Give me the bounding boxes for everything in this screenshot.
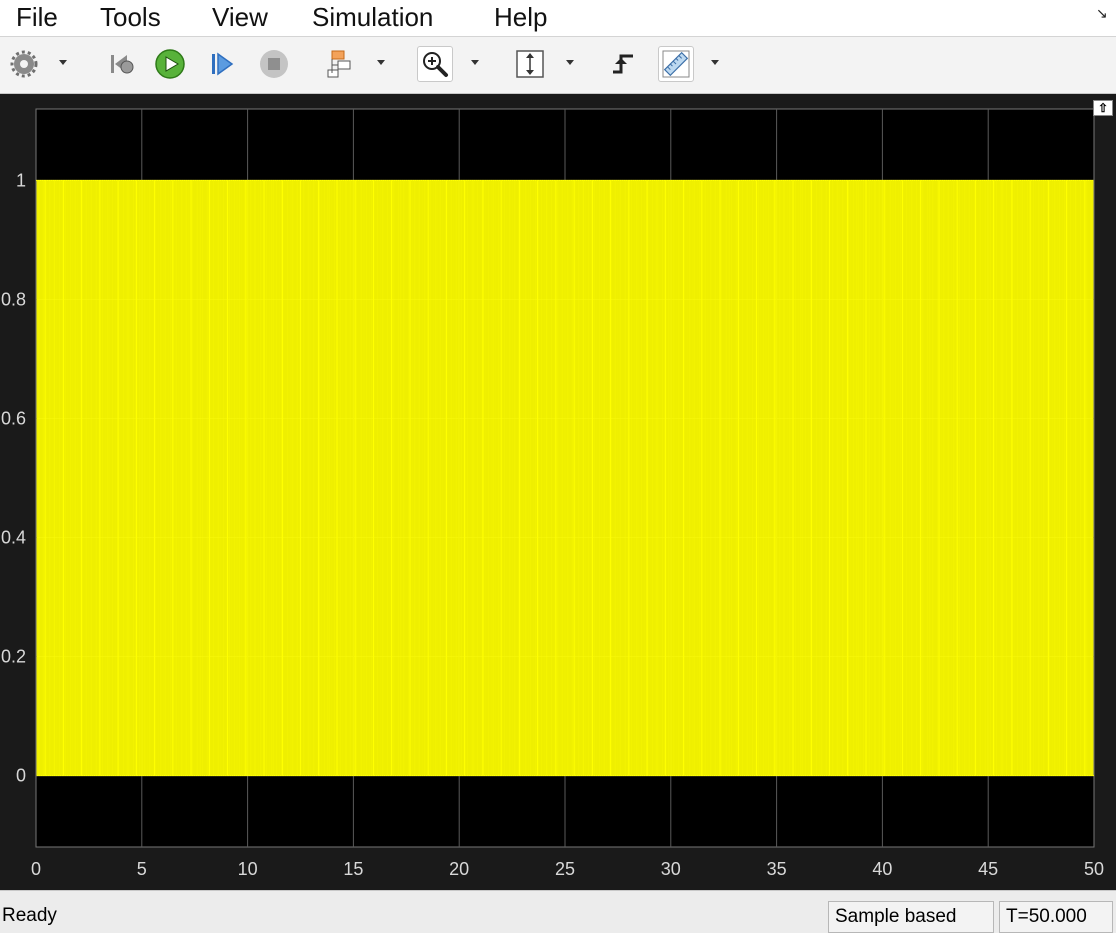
status-mode: Sample based	[828, 901, 994, 933]
run-icon[interactable]	[152, 46, 188, 82]
menu-help[interactable]: Help	[494, 0, 547, 34]
undock-icon[interactable]: ↘	[1096, 6, 1110, 20]
measurements-icon[interactable]	[658, 46, 694, 82]
menu-view[interactable]: View	[212, 0, 268, 34]
triggers-icon[interactable]	[605, 46, 641, 82]
scope-display[interactable]: 0 0.2 0.4 0.6 0.8 1 0 5 10 15 20 25 30 35 40 45 50 ⇧	[0, 94, 1116, 890]
measurements-dropdown-caret[interactable]	[711, 60, 719, 65]
y-tick-label: 0.2	[1, 647, 26, 667]
y-tick-labels: 0 0.2 0.4 0.6 0.8 1	[1, 170, 26, 785]
undock-axes-icon[interactable]: ⇧	[1093, 100, 1113, 116]
stop-icon[interactable]	[256, 46, 292, 82]
zoom-in-icon[interactable]	[417, 46, 453, 82]
zoom-dropdown-caret[interactable]	[471, 60, 479, 65]
x-tick-label: 5	[137, 859, 147, 879]
y-tick-label: 1	[16, 170, 26, 190]
y-tick-label: 0.8	[1, 289, 26, 309]
x-tick-labels: 0 5 10 15 20 25 30 35 40 45 50	[31, 859, 1104, 879]
menu-tools[interactable]: Tools	[100, 0, 161, 34]
menu-bar: File Tools View Simulation Help ↘	[0, 0, 1116, 37]
y-tick-label: 0.6	[1, 408, 26, 428]
step-back-icon[interactable]	[104, 46, 140, 82]
x-tick-label: 15	[343, 859, 363, 879]
x-tick-label: 10	[238, 859, 258, 879]
x-tick-label: 20	[449, 859, 469, 879]
highlight-block-icon[interactable]	[322, 46, 358, 82]
x-tick-label: 30	[661, 859, 681, 879]
status-bar: Ready Sample based T=50.000	[0, 890, 1116, 933]
signal-line	[36, 179, 1094, 777]
x-tick-label: 0	[31, 859, 41, 879]
menu-file[interactable]: File	[16, 0, 58, 34]
menu-simulation[interactable]: Simulation	[312, 0, 433, 34]
settings-dropdown-caret[interactable]	[59, 60, 67, 65]
x-tick-label: 25	[555, 859, 575, 879]
status-time: T=50.000	[999, 901, 1113, 933]
y-tick-label: 0	[16, 766, 26, 786]
y-tick-label: 0.4	[1, 528, 26, 548]
x-tick-label: 35	[767, 859, 787, 879]
scale-dropdown-caret[interactable]	[566, 60, 574, 65]
highlight-dropdown-caret[interactable]	[377, 60, 385, 65]
x-tick-label: 40	[872, 859, 892, 879]
toolbar	[0, 37, 1116, 94]
step-forward-icon[interactable]	[204, 46, 240, 82]
settings-icon[interactable]	[6, 46, 42, 82]
status-ready-text: Ready	[2, 905, 57, 926]
x-tick-label: 50	[1084, 859, 1104, 879]
scope-plot: 0 0.2 0.4 0.6 0.8 1 0 5 10 15 20 25 30 35 40 45 50	[1, 108, 1104, 879]
x-tick-label: 45	[978, 859, 998, 879]
scale-axes-icon[interactable]	[512, 46, 548, 82]
